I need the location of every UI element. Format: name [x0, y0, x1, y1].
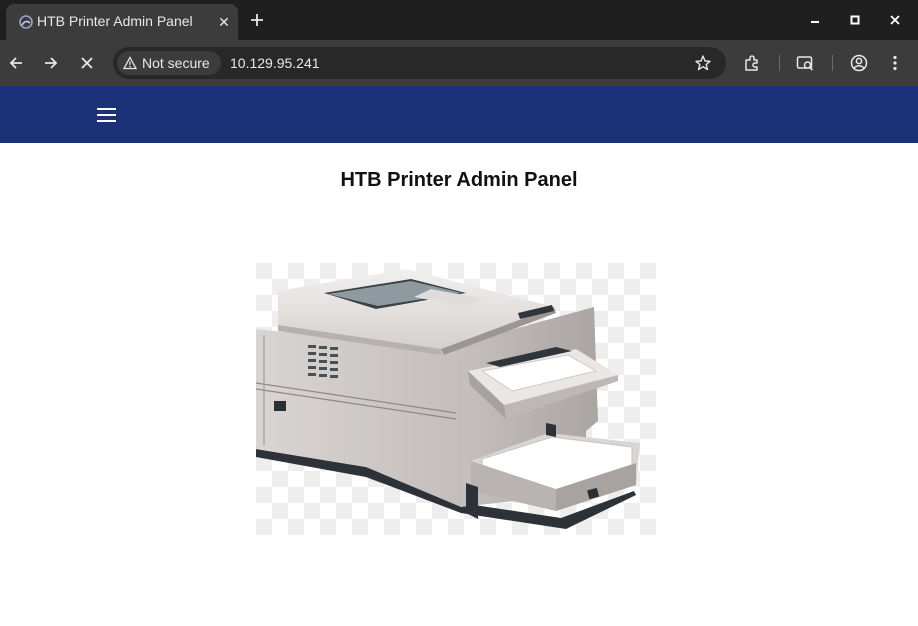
url-text[interactable]: 10.129.95.241 — [230, 55, 320, 71]
tab-title: HTB Printer Admin Panel — [37, 13, 193, 29]
page-content: HTB Printer Admin Panel — [0, 86, 918, 626]
extensions-icon[interactable] — [742, 53, 762, 73]
maximize-icon[interactable] — [845, 10, 865, 30]
stop-loading-icon[interactable] — [77, 53, 97, 73]
browser-toolbar: Not secure 10.129.95.241 — [0, 40, 918, 86]
new-tab-plus-icon[interactable] — [247, 10, 267, 30]
lens-search-icon[interactable] — [795, 53, 815, 73]
printer-image — [255, 263, 656, 535]
page-title: HTB Printer Admin Panel — [340, 169, 578, 191]
back-arrow-icon[interactable] — [6, 53, 26, 73]
not-secure-label: Not secure — [142, 55, 210, 71]
bookmark-star-icon[interactable] — [693, 53, 713, 73]
minimize-icon[interactable] — [805, 10, 825, 30]
window-close-icon[interactable] — [885, 10, 905, 30]
warning-triangle-icon — [123, 56, 137, 70]
security-indicator[interactable]: Not secure — [117, 51, 221, 75]
site-header — [0, 86, 918, 143]
toolbar-separator — [779, 55, 780, 71]
site-favicon-icon — [19, 15, 33, 29]
profile-icon[interactable] — [849, 53, 869, 73]
hamburger-menu-icon[interactable] — [96, 105, 118, 125]
menu-kebab-icon[interactable] — [885, 53, 905, 73]
tab-strip: HTB Printer Admin Panel ✕ — [0, 0, 918, 40]
browser-tab[interactable]: HTB Printer Admin Panel ✕ — [6, 4, 238, 40]
toolbar-separator — [832, 55, 833, 71]
forward-arrow-icon[interactable] — [41, 53, 61, 73]
tab-close-icon[interactable]: ✕ — [214, 12, 234, 32]
address-bar[interactable]: Not secure 10.129.95.241 — [113, 47, 726, 79]
